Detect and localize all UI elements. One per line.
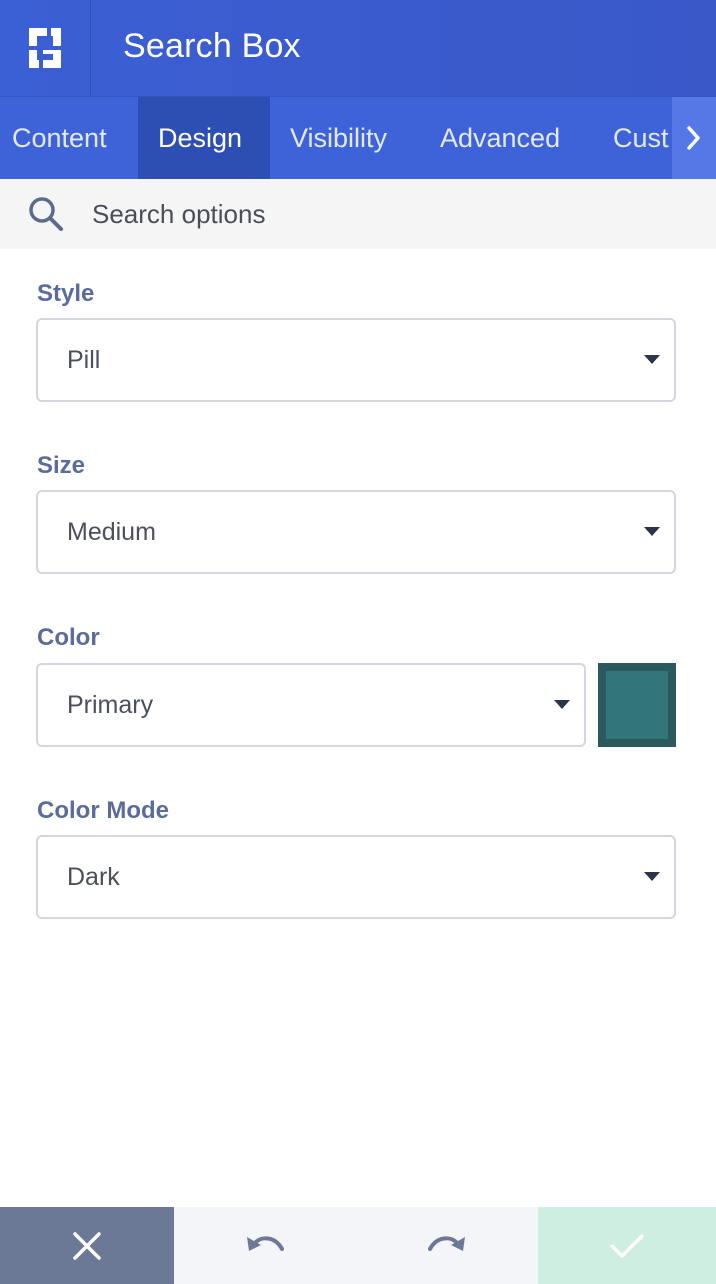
caret-down-icon (554, 700, 570, 709)
builder-logo-icon (29, 28, 61, 68)
style-select[interactable]: Pill (36, 318, 676, 402)
tab-bar: Content Design Visibility Advanced Cust (0, 96, 716, 179)
redo-icon (428, 1235, 465, 1251)
search-options-input[interactable] (92, 196, 652, 232)
style-select-value: Pill (67, 346, 101, 374)
color-select[interactable]: Primary (36, 663, 586, 747)
close-icon (73, 1231, 101, 1260)
tab-custom[interactable]: Cust (593, 97, 672, 179)
style-label: Style (37, 280, 95, 307)
search-icon (29, 197, 63, 231)
color-mode-select-value: Dark (67, 863, 120, 891)
color-select-value: Primary (67, 691, 154, 719)
chevron-right-icon (687, 126, 700, 150)
color-swatch-button[interactable] (598, 663, 676, 747)
tab-design[interactable]: Design (138, 97, 270, 179)
undo-icon (247, 1235, 284, 1251)
tabs-scroll-right-button[interactable] (672, 97, 716, 179)
size-label: Size (37, 452, 86, 479)
save-button[interactable] (538, 1207, 716, 1284)
caret-down-icon (644, 527, 660, 536)
tab-advanced[interactable]: Advanced (420, 97, 593, 179)
undo-button[interactable] (174, 1207, 356, 1284)
check-icon (610, 1233, 644, 1258)
tab-visibility[interactable]: Visibility (270, 97, 420, 179)
color-mode-select[interactable]: Dark (36, 835, 676, 919)
color-swatch-preview (606, 671, 668, 739)
action-footer (0, 1207, 716, 1284)
logo-button[interactable] (0, 0, 91, 96)
color-label: Color (37, 624, 100, 651)
panel-title: Search Box (123, 27, 301, 65)
redo-button[interactable] (356, 1207, 538, 1284)
caret-down-icon (644, 355, 660, 364)
close-button[interactable] (0, 1207, 174, 1284)
tab-content[interactable]: Content (0, 97, 138, 179)
size-select-value: Medium (67, 518, 156, 546)
caret-down-icon (644, 872, 660, 881)
size-select[interactable]: Medium (36, 490, 676, 574)
color-mode-label: Color Mode (37, 797, 169, 824)
panel-header: Search Box (0, 0, 716, 96)
